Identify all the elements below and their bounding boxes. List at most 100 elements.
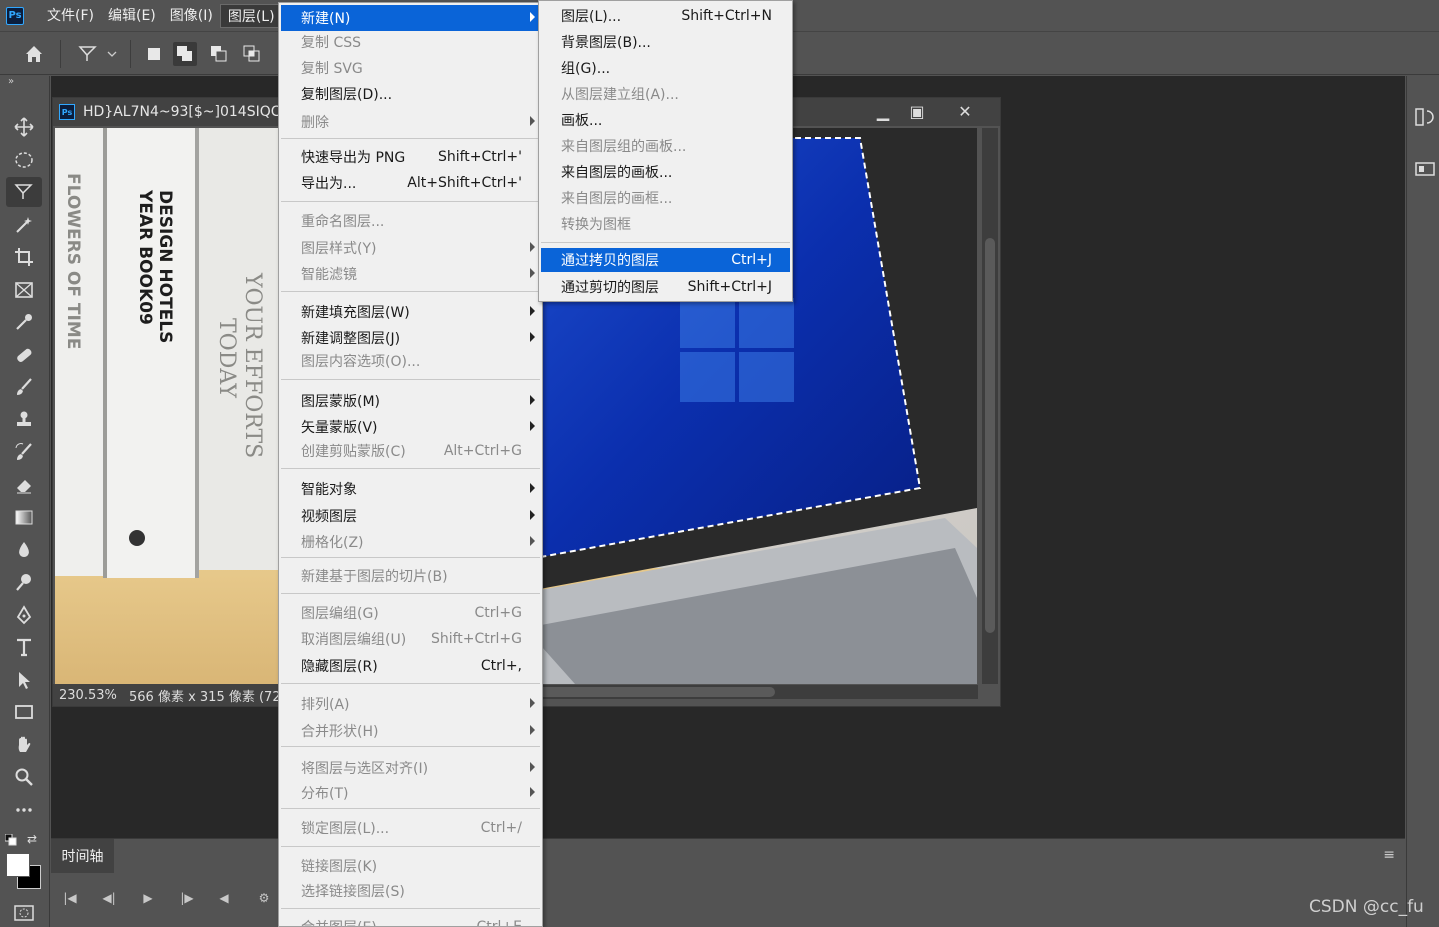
home-icon[interactable] [22,42,46,66]
submenu-item-layer[interactable]: 图层(L)... Shift+Ctrl+N [541,3,790,29]
more-tools-icon[interactable] [6,795,42,825]
hand-tool-icon[interactable] [6,730,42,760]
scroll-thumb[interactable] [985,238,995,633]
play-icon[interactable]: ▶ [138,888,158,908]
menu-item-new-layer-based-slice[interactable]: 新建基于图层的切片(B) [281,563,540,589]
dodge-tool-icon[interactable] [6,567,42,597]
swap-colors-icon[interactable]: ⇄ [27,832,37,846]
submenu-item-layer-via-cut[interactable]: 通过剪切的图层 Shift+Ctrl+J [541,274,790,300]
foreground-color-swatch[interactable] [6,853,30,877]
menu-item-create-clipping-mask[interactable]: 创建剪贴蒙版(C) Alt+Ctrl+G [281,438,540,464]
menu-item-smart-filters[interactable]: 智能滤镜 [281,261,540,287]
menu-item-combine-shapes[interactable]: 合并形状(H) [281,718,540,744]
menu-item-select-linked-layers[interactable]: 选择链接图层(S) [281,878,540,904]
menu-item-video-layers[interactable]: 视频图层 [281,503,540,529]
pen-tool-icon[interactable] [6,600,42,630]
menu-item-duplicate-layer[interactable]: 复制图层(D)... [281,81,540,107]
gradient-tool-icon[interactable] [6,502,42,532]
menu-item-distribute[interactable]: 分布(T) [281,780,540,806]
magic-wand-icon[interactable] [6,210,42,240]
menu-item-export-as[interactable]: 导出为... Alt+Shift+Ctrl+' [281,170,540,196]
move-tool-icon[interactable] [6,112,42,142]
properties-panel-icon[interactable] [1414,158,1436,180]
menu-item-link-layers[interactable]: 链接图层(K) [281,853,540,879]
menu-item-new[interactable]: 新建(N) [281,5,540,31]
default-colors-icon[interactable] [4,833,17,846]
audio-icon[interactable]: ◀ [214,888,234,908]
menu-item-layer-style[interactable]: 图层样式(Y) [281,235,540,261]
submenu-item-background-layer[interactable]: 背景图层(B)... [541,29,790,55]
menu-item-layer-content-options[interactable]: 图层内容选项(O)... [281,348,540,374]
next-frame-icon[interactable]: |▶ [177,888,197,908]
menu-item-delete[interactable]: 删除 [281,109,540,135]
menu-item-new-fill-layer[interactable]: 新建填充图层(W) [281,299,540,325]
menu-layer[interactable]: 图层(L) [219,3,283,28]
zoom-tool-icon[interactable] [6,762,42,792]
subtract-selection-icon[interactable] [207,42,231,66]
path-selection-icon[interactable] [6,665,42,695]
collapse-chevron-icon[interactable]: » [8,76,14,87]
zoom-level[interactable]: 230.53% [59,688,119,703]
blur-tool-icon[interactable] [6,535,42,565]
submenu-item-group-from-layers[interactable]: 从图层建立组(A)... [541,81,790,107]
menu-item-lock-layers[interactable]: 锁定图层(L)... Ctrl+/ [281,815,540,841]
submenu-item-artboard-from-group[interactable]: 来自图层组的画板... [541,133,790,159]
restore-icon[interactable]: ▣ [902,100,932,122]
clone-stamp-icon[interactable] [6,405,42,435]
type-tool-icon[interactable] [6,632,42,662]
frame-tool-icon[interactable] [6,275,42,305]
menu-item-align-layers-to-selection[interactable]: 将图层与选区对齐(I) [281,755,540,781]
menu-item-ungroup-layers[interactable]: 取消图层编组(U) Shift+Ctrl+G [281,626,540,652]
menu-item-arrange[interactable]: 排列(A) [281,691,540,717]
eraser-icon[interactable] [6,470,42,500]
quick-selection-tool-icon[interactable] [6,177,42,207]
menu-item-smart-object[interactable]: 智能对象 [281,476,540,502]
menu-item-rasterize[interactable]: 栅格化(Z) [281,529,540,555]
vertical-scrollbar[interactable] [982,128,998,684]
close-icon[interactable]: ✕ [950,100,980,122]
horizontal-scrollbar[interactable] [533,685,978,699]
quick-mask-icon[interactable] [6,898,42,927]
submenu-item-group[interactable]: 组(G)... [541,55,790,81]
menu-item-copy-css[interactable]: 复制 CSS [281,29,540,55]
scroll-thumb[interactable] [535,687,775,697]
menu-item-rename-layer[interactable]: 重命名图层... [281,208,540,234]
menu-item-layer-mask[interactable]: 图层蒙版(M) [281,388,540,414]
menu-item-quick-export-png[interactable]: 快速导出为 PNG Shift+Ctrl+' [281,144,540,170]
submenu-item-artboard-from-layers[interactable]: 来自图层的画板... [541,159,790,185]
marquee-tool-icon[interactable] [6,145,42,175]
brush-tool-icon[interactable] [6,372,42,402]
menu-item-vector-mask[interactable]: 矢量蒙版(V) [281,414,540,440]
minimize-icon[interactable]: ▁ [868,100,898,122]
menu-image[interactable]: 图像(I) [163,4,220,28]
menu-file[interactable]: 文件(F) [40,4,101,28]
menu-item-group-layers[interactable]: 图层编组(G) Ctrl+G [281,600,540,626]
submenu-arrow-icon [530,510,535,520]
submenu-item-frame-from-layers[interactable]: 来自图层的画框... [541,185,790,211]
history-brush-icon[interactable] [6,437,42,467]
submenu-item-artboard[interactable]: 画板... [541,107,790,133]
new-selection-icon[interactable] [142,42,166,66]
panel-menu-icon[interactable]: ≡ [1383,847,1395,863]
crop-tool-icon[interactable] [6,242,42,272]
menu-separator [281,468,540,469]
submenu-item-layer-via-copy[interactable]: 通过拷贝的图层 Ctrl+J [541,248,790,272]
menu-item-merge-layers[interactable]: 合并图层(E) Ctrl+E [281,914,540,926]
first-frame-icon[interactable]: |◀ [60,888,80,908]
settings-gear-icon[interactable]: ⚙ [254,888,274,908]
history-panel-icon[interactable] [1414,106,1436,128]
rectangle-tool-icon[interactable] [6,697,42,727]
menu-item-hide-layers[interactable]: 隐藏图层(R) Ctrl+, [281,653,540,679]
eyedropper-icon[interactable] [6,307,42,337]
healing-brush-icon[interactable] [6,340,42,370]
quick-selection-tool-icon[interactable] [76,42,100,66]
submenu-item-convert-to-frame[interactable]: 转换为图框 [541,211,790,237]
timeline-tab[interactable]: 时间轴 [51,839,114,873]
add-to-selection-icon[interactable] [173,42,197,66]
previous-frame-icon[interactable]: ◀| [99,888,119,908]
intersect-selection-icon[interactable] [240,42,264,66]
menu-item-copy-svg[interactable]: 复制 SVG [281,55,540,81]
submenu-arrow-icon [530,421,535,431]
menu-edit[interactable]: 编辑(E) [101,4,163,28]
chevron-down-icon[interactable] [104,42,120,66]
